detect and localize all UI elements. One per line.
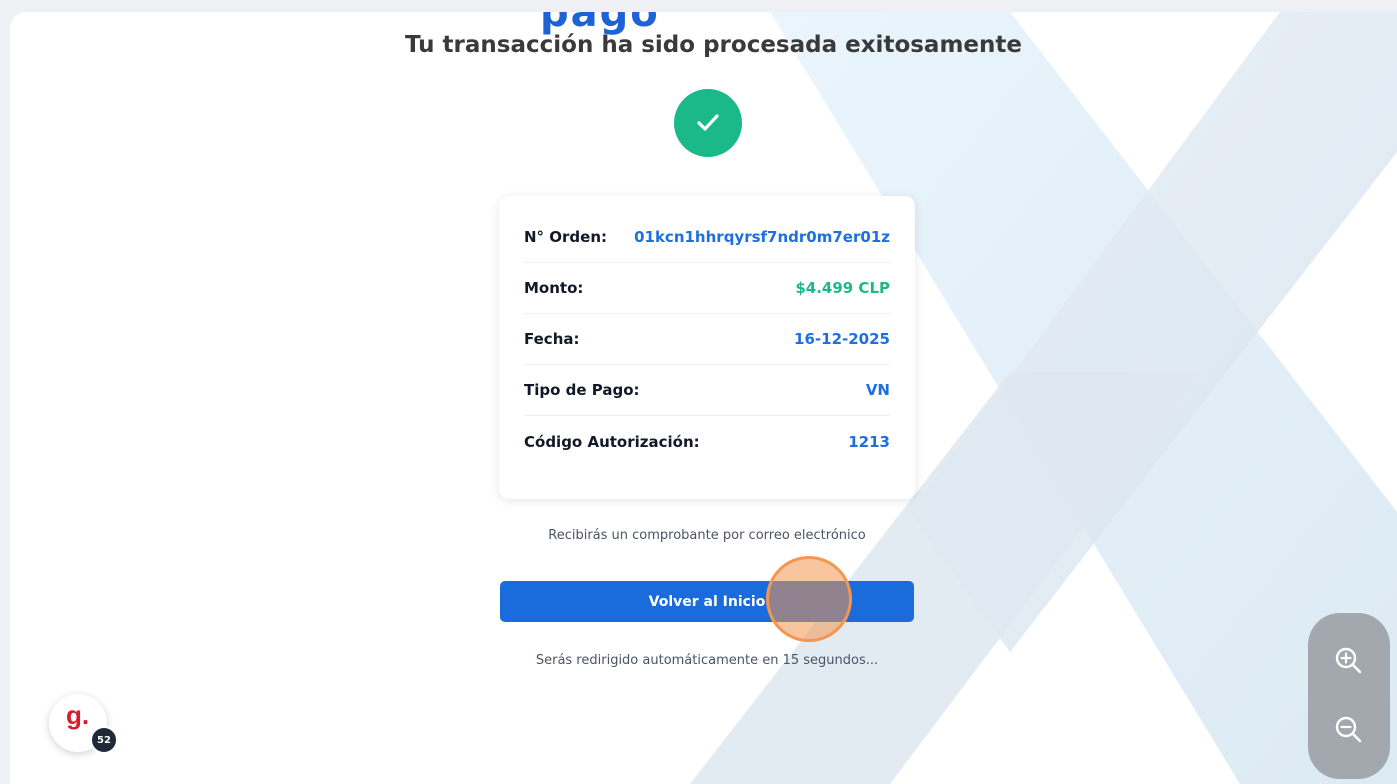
payment-type-value: VN [865, 381, 890, 399]
order-number-value: 01kcn1hhrqyrsf7ndr0m7er01z [634, 228, 890, 246]
detail-row-amount: Monto: $4.499 CLP [524, 263, 890, 314]
detail-row-auth-code: Código Autorización: 1213 [524, 416, 890, 467]
zoom-out-button[interactable] [1326, 707, 1372, 753]
transaction-details-card: N° Orden: 01kcn1hhrqyrsf7ndr0m7er01z Mon… [499, 196, 915, 499]
brand-logo: g. [66, 700, 90, 730]
redirect-countdown-note: Serás redirigido automáticamente en 15 s… [535, 653, 879, 668]
success-check-icon [674, 89, 742, 157]
click-indicator [766, 556, 852, 642]
zoom-in-button[interactable] [1326, 638, 1372, 684]
detail-label: Monto: [524, 279, 584, 297]
check-icon [697, 114, 719, 131]
detail-row-date: Fecha: 16-12-2025 [524, 314, 890, 365]
detail-label: Fecha: [524, 330, 580, 348]
detail-label: Tipo de Pago: [524, 381, 640, 399]
auth-code-value: 1213 [848, 432, 890, 451]
brand-launcher-button[interactable]: g. 52 [49, 694, 118, 754]
email-receipt-note: Recibirás un comprobante por correo elec… [548, 528, 866, 543]
amount-value: $4.499 CLP [795, 279, 890, 297]
detail-label: Código Autorización: [524, 432, 700, 451]
detail-row-order: N° Orden: 01kcn1hhrqyrsf7ndr0m7er01z [524, 212, 890, 263]
page-panel: pago Tu transacción ha sido procesada ex… [10, 12, 1397, 784]
zoom-out-icon [1335, 716, 1362, 743]
zoom-in-icon [1335, 647, 1362, 674]
notification-count-badge: 52 [90, 726, 118, 754]
detail-row-payment-type: Tipo de Pago: VN [524, 365, 890, 416]
page-subtitle: Tu transacción ha sido procesada exitosa… [405, 32, 1022, 58]
zoom-controls [1308, 613, 1390, 779]
detail-label: N° Orden: [524, 228, 608, 246]
date-value: 16-12-2025 [794, 330, 890, 348]
